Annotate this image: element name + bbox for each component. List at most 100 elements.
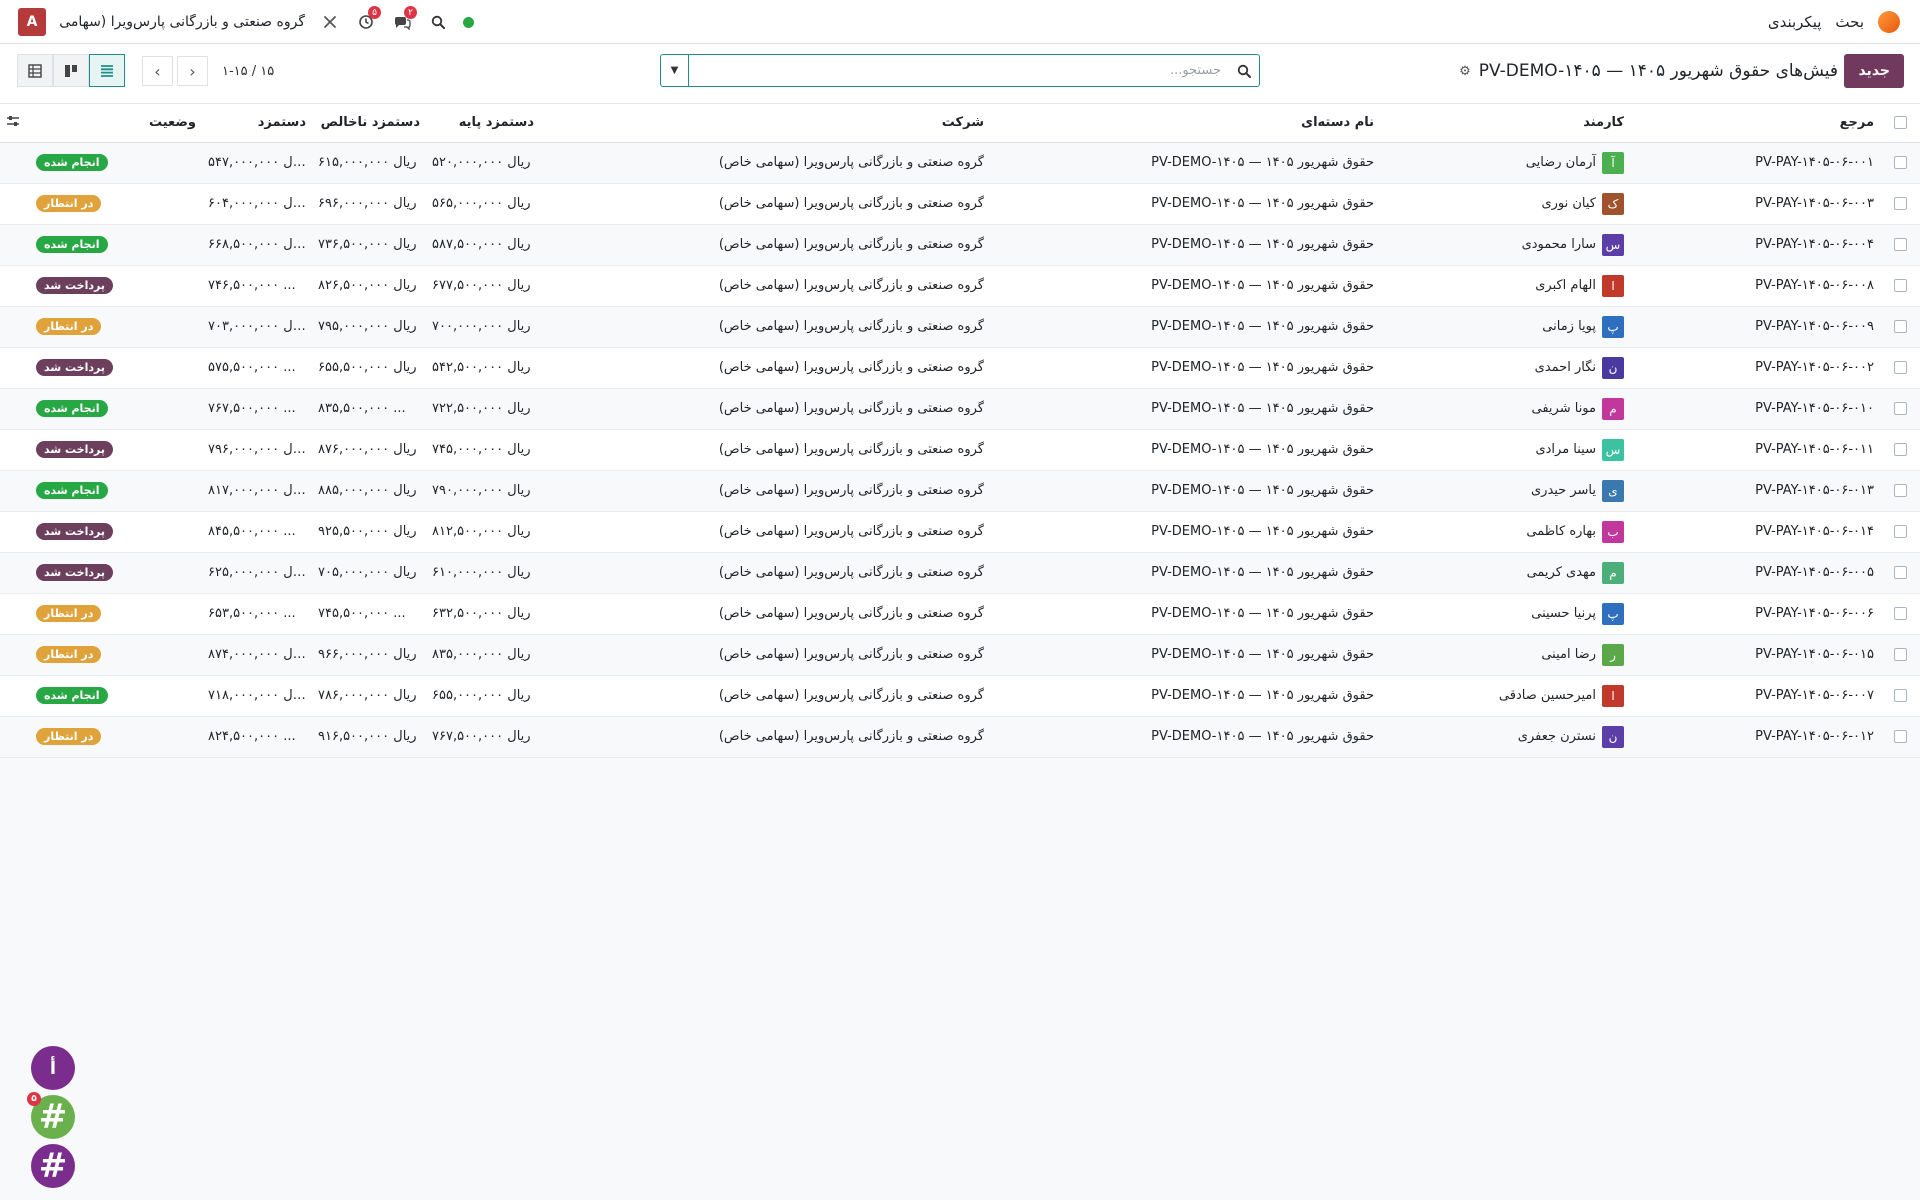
select-all-checkbox-cell[interactable]	[1880, 104, 1920, 143]
employee-chip[interactable]: پ پویا زمانی	[1542, 315, 1624, 338]
employee-name: رضا امینی	[1541, 647, 1596, 662]
employee-chip[interactable]: ا الهام اکبری	[1535, 274, 1624, 297]
employee-chip[interactable]: ن نگار احمدی	[1535, 356, 1624, 379]
row-checkbox-cell[interactable]	[1880, 306, 1920, 348]
row-checkbox[interactable]	[1893, 443, 1907, 456]
new-button[interactable]: جدید	[1844, 54, 1904, 88]
table-row[interactable]: پرداخت شد ۸۴۵,۵۰۰,۰۰۰ ... ۹۲۵,۵۰۰,۰۰۰ ریال…	[0, 511, 1920, 553]
row-checkbox[interactable]	[1893, 689, 1907, 702]
row-checkbox[interactable]	[1893, 566, 1907, 579]
row-checkbox[interactable]	[1893, 484, 1907, 497]
row-checkbox[interactable]	[1893, 320, 1907, 333]
row-checkbox[interactable]	[1893, 197, 1907, 210]
column-header-employee[interactable]: کارمند	[1380, 104, 1630, 143]
column-header-status[interactable]: وضعیت	[30, 104, 202, 143]
messages-chat-icon[interactable]: ۲	[391, 6, 417, 33]
employee-chip[interactable]: ک کیان نوری	[1541, 192, 1624, 215]
row-checkbox[interactable]	[1893, 279, 1907, 292]
table-row[interactable]: پرداخت شد ۷۴۶,۵۰۰,۰۰۰ ... ۸۲۶,۵۰۰,۰۰۰ ریال…	[0, 265, 1920, 307]
employee-chip[interactable]: پ پرنیا حسینی	[1531, 602, 1624, 625]
kanban-view-icon[interactable]	[53, 54, 89, 87]
table-row[interactable]: در انتظار ۷۰۳,۰۰۰,۰۰۰ ریال ۷۹۵,۰۰۰,۰۰۰ ریا…	[0, 306, 1920, 348]
pager-value[interactable]: ۱-۱۵ / ۱۵	[222, 64, 274, 79]
employee-chip[interactable]: ا امیرحسین صادقی	[1499, 684, 1624, 707]
column-header-base[interactable]: دستمزد پایه	[426, 104, 540, 143]
row-checkbox-cell[interactable]	[1880, 511, 1920, 553]
table-header-row: وضعیت دستمزد دستمزد ناخالص دستمزد پایه ش…	[0, 104, 1920, 143]
employee-chip[interactable]: م مهدی کریمی	[1527, 561, 1624, 584]
chat-bubble[interactable]: #	[31, 1144, 75, 1188]
employee-chip[interactable]: آ آرمان رضایی	[1526, 151, 1624, 174]
row-checkbox-cell[interactable]	[1880, 593, 1920, 635]
column-header-ref[interactable]: مرجع	[1630, 104, 1880, 143]
row-checkbox[interactable]	[1893, 402, 1907, 415]
table-row[interactable]: انجام شده ۷۶۷,۵۰۰,۰۰۰ ... ۸۳۵,۵۰۰,۰۰۰ ... ۷…	[0, 388, 1920, 430]
column-header-gross[interactable]: دستمزد ناخالص	[312, 104, 426, 143]
row-checkbox[interactable]	[1893, 156, 1907, 169]
column-header-net[interactable]: دستمزد	[202, 104, 312, 143]
row-checkbox-cell[interactable]	[1880, 552, 1920, 594]
activity-clock-icon[interactable]: ۵	[355, 6, 381, 33]
select-all-checkbox[interactable]	[1893, 116, 1907, 130]
row-checkbox-cell[interactable]	[1880, 347, 1920, 389]
row-checkbox-cell[interactable]	[1880, 265, 1920, 307]
table-row[interactable]: انجام شده ۸۱۷,۰۰۰,۰۰۰ ریال ۸۸۵,۰۰۰,۰۰۰ ریا…	[0, 470, 1920, 512]
company-switcher[interactable]: گروه صنعتی و بازرگانی پارس‌ویرا (سهامی .…	[60, 14, 305, 30]
pager-next-button[interactable]: ›	[177, 56, 208, 86]
status-badge: در انتظار	[36, 195, 102, 212]
row-checkbox[interactable]	[1893, 648, 1907, 661]
employee-chip[interactable]: ب بهاره کاظمی	[1526, 520, 1624, 543]
row-checkbox-cell[interactable]	[1880, 634, 1920, 676]
column-header-company[interactable]: شرکت	[540, 104, 990, 143]
employee-chip[interactable]: ن نسترن جعفری	[1518, 725, 1624, 748]
table-row[interactable]: انجام شده ۶۶۸,۵۰۰,۰۰۰ ریال ۷۳۶,۵۰۰,۰۰۰ ریا…	[0, 224, 1920, 266]
search-input[interactable]	[689, 55, 1229, 86]
view-switcher	[17, 54, 125, 87]
status-badge: در انتظار	[36, 605, 102, 622]
row-checkbox-cell[interactable]	[1880, 183, 1920, 225]
row-checkbox-cell[interactable]	[1880, 388, 1920, 430]
search-icon[interactable]	[1229, 64, 1259, 78]
row-checkbox[interactable]	[1893, 730, 1907, 743]
app-logo[interactable]	[1878, 11, 1900, 33]
nav-brand[interactable]: بحث	[1835, 13, 1864, 31]
optional-columns-toggle[interactable]	[0, 104, 30, 143]
row-checkbox[interactable]	[1893, 607, 1907, 620]
table-row[interactable]: پرداخت شد ۷۹۶,۰۰۰,۰۰۰ ریال ۸۷۶,۰۰۰,۰۰۰ ریا…	[0, 429, 1920, 471]
row-checkbox-cell[interactable]	[1880, 224, 1920, 266]
table-row[interactable]: پرداخت شد ۶۲۵,۰۰۰,۰۰۰ ریال ۷۰۵,۰۰۰,۰۰۰ ریا…	[0, 552, 1920, 594]
employee-chip[interactable]: ی یاسر حیدری	[1531, 479, 1624, 502]
pivot-view-icon[interactable]	[17, 54, 53, 87]
list-view-icon[interactable]	[89, 54, 125, 87]
employee-chip[interactable]: ر رضا امینی	[1541, 643, 1624, 666]
chat-bubble[interactable]: #۵	[27, 1092, 75, 1139]
row-checkbox[interactable]	[1893, 238, 1907, 251]
table-row[interactable]: در انتظار ۶۰۴,۰۰۰,۰۰۰ ریال ۶۹۶,۰۰۰,۰۰۰ ریا…	[0, 183, 1920, 225]
table-row[interactable]: انجام شده ۵۴۷,۰۰۰,۰۰۰ ریال ۶۱۵,۰۰۰,۰۰۰ ریا…	[0, 142, 1920, 184]
table-row[interactable]: پرداخت شد ۵۷۵,۵۰۰,۰۰۰ ... ۶۵۵,۵۰۰,۰۰۰ ریال…	[0, 347, 1920, 389]
search-options-toggle[interactable]: ▼	[661, 55, 689, 86]
pager-prev-button[interactable]: ‹	[142, 56, 173, 86]
employee-chip[interactable]: س سارا محمودی	[1522, 233, 1624, 256]
search-icon[interactable]	[427, 11, 449, 33]
nav-menu-configuration[interactable]: پیکربندی	[1768, 13, 1822, 31]
debug-tools-icon[interactable]	[319, 11, 341, 33]
row-checkbox-cell[interactable]	[1880, 142, 1920, 184]
table-row[interactable]: در انتظار ۸۲۴,۵۰۰,۰۰۰ ... ۹۱۶,۵۰۰,۰۰۰ ریال…	[0, 716, 1920, 758]
gear-icon[interactable]: ⚙	[1459, 64, 1471, 79]
row-checkbox-cell[interactable]	[1880, 470, 1920, 512]
employee-chip[interactable]: م مونا شریفی	[1532, 397, 1624, 420]
table-row[interactable]: در انتظار ۸۷۴,۰۰۰,۰۰۰ ریال ۹۶۶,۰۰۰,۰۰۰ ریا…	[0, 634, 1920, 676]
table-row[interactable]: انجام شده ۷۱۸,۰۰۰,۰۰۰ ریال ۷۸۶,۰۰۰,۰۰۰ ریا…	[0, 675, 1920, 717]
user-avatar[interactable]: A	[18, 8, 46, 36]
row-checkbox-cell[interactable]	[1880, 675, 1920, 717]
ref-cell: PV-PAY-۱۴۰۵-۰۶-۰۰۸	[1630, 265, 1880, 307]
row-checkbox-cell[interactable]	[1880, 716, 1920, 758]
row-checkbox[interactable]	[1893, 525, 1907, 538]
chat-bubble[interactable]: أ	[31, 1046, 75, 1090]
column-header-batch[interactable]: نام دسته‌ای	[990, 104, 1380, 143]
row-checkbox-cell[interactable]	[1880, 429, 1920, 471]
table-row[interactable]: در انتظار ۶۵۳,۵۰۰,۰۰۰ ... ۷۴۵,۵۰۰,۰۰۰ ... ۶…	[0, 593, 1920, 635]
employee-chip[interactable]: س سینا مرادی	[1535, 438, 1624, 461]
row-checkbox[interactable]	[1893, 361, 1907, 374]
